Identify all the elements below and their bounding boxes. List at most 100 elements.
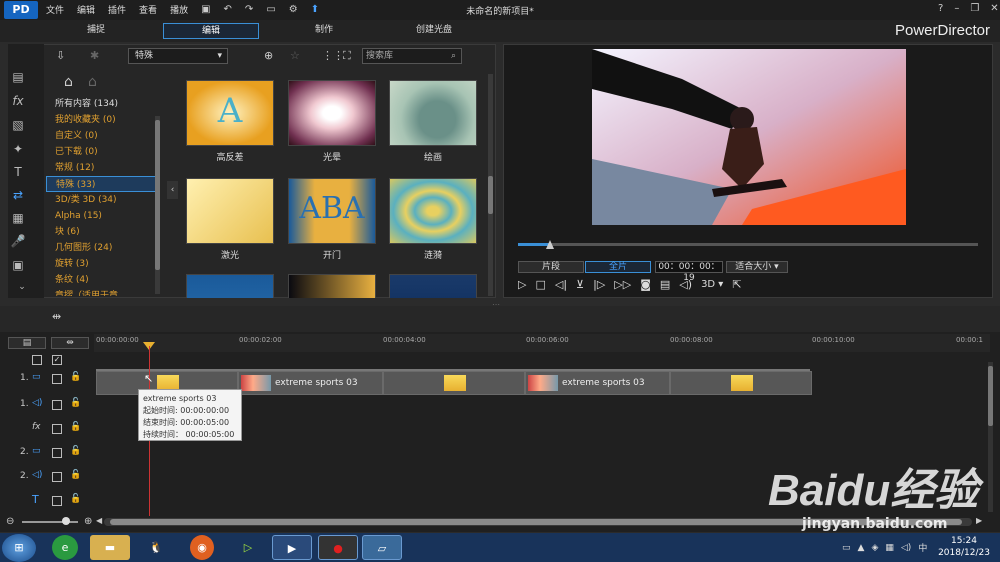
category-item-custom[interactable]: 自定义 (0) bbox=[46, 128, 156, 144]
track-enable-checkbox[interactable] bbox=[52, 496, 62, 506]
ripple-thumb[interactable] bbox=[389, 178, 477, 244]
volume-icon[interactable]: ◁) bbox=[679, 278, 692, 291]
powerdirector-taskbar-icon[interactable]: ▶ bbox=[272, 535, 312, 560]
next-frame-icon[interactable]: |▷ bbox=[593, 278, 605, 291]
settings-gear-icon[interactable]: ⚙ bbox=[289, 4, 298, 15]
taskbar-clock[interactable]: 15:24 2018/12/23 bbox=[936, 535, 992, 559]
snapshot-icon[interactable]: ◙ bbox=[640, 278, 651, 291]
screen-recorder-icon[interactable]: ● bbox=[318, 535, 358, 560]
close-icon[interactable]: ✕ bbox=[990, 3, 998, 14]
undock-preview-icon[interactable]: ⇱ bbox=[732, 278, 741, 291]
video-preview[interactable] bbox=[592, 49, 906, 225]
track-enable-checkbox[interactable] bbox=[52, 424, 62, 434]
letter-a-highcontrast-thumb[interactable]: A bbox=[186, 80, 274, 146]
menu-playback[interactable]: 播放 bbox=[170, 3, 188, 16]
aspect-ratio-icon[interactable]: ▭ bbox=[266, 4, 275, 15]
category-select[interactable]: 特殊 ▾ bbox=[128, 48, 228, 64]
menu-edit[interactable]: 编辑 bbox=[77, 3, 95, 16]
notepad-icon[interactable]: ▱ bbox=[362, 535, 402, 560]
timeline-vscroll-thumb[interactable] bbox=[988, 366, 993, 426]
thumbnail-scroll-thumb[interactable] bbox=[488, 176, 493, 214]
preview-scrub-bar[interactable] bbox=[518, 243, 978, 246]
firefox-icon[interactable]: ◉ bbox=[190, 535, 214, 560]
lock-icon[interactable]: 🔓 bbox=[70, 470, 81, 480]
save-icon[interactable]: ▣ bbox=[201, 4, 210, 15]
lock-icon[interactable]: 🔓 bbox=[70, 372, 81, 382]
tab-create-disc[interactable]: 创建光盘 bbox=[386, 23, 482, 39]
category-item-3d[interactable]: 3D/类 3D (34) bbox=[46, 192, 156, 208]
library-search-input[interactable]: 搜索库 ⌕ bbox=[362, 48, 462, 64]
voice-room-icon[interactable]: 🎤 bbox=[8, 234, 28, 252]
qq-icon[interactable]: 🐧 bbox=[136, 535, 176, 560]
previous-frame-icon[interactable]: ◁| bbox=[555, 278, 567, 291]
timecode-display[interactable]: 00：00：00：19 bbox=[655, 261, 723, 283]
input-method-icon[interactable]: 中 bbox=[918, 541, 927, 554]
category-item-block[interactable]: 块 (6) bbox=[46, 224, 156, 240]
network-icon[interactable]: ▦ bbox=[885, 543, 894, 553]
grid-view-icon[interactable]: ⋮⋮ bbox=[322, 49, 344, 62]
menu-view[interactable]: 查看 bbox=[139, 3, 157, 16]
help-icon[interactable]: ? bbox=[938, 3, 943, 14]
track-enable-checkbox[interactable] bbox=[52, 374, 62, 384]
360-browser-icon[interactable]: e bbox=[52, 535, 78, 560]
tray-arrow-icon[interactable]: ▲ bbox=[858, 543, 865, 553]
add-to-timeline-icon[interactable]: ⊕ bbox=[264, 49, 273, 62]
minimize-icon[interactable]: – bbox=[954, 3, 959, 14]
video-clip[interactable] bbox=[670, 371, 812, 395]
volume-icon[interactable]: ◁) bbox=[901, 543, 911, 553]
category-item-rotate[interactable]: 旋转 (3) bbox=[46, 256, 156, 272]
fast-forward-icon[interactable]: ▷▷ bbox=[614, 278, 631, 291]
track-enable-checkbox[interactable] bbox=[52, 472, 62, 482]
3d-mode-button[interactable]: 3D ▾ bbox=[701, 279, 723, 290]
track-enable-checkbox[interactable] bbox=[52, 448, 62, 458]
category-item-downloaded[interactable]: 已下载 (0) bbox=[46, 144, 156, 160]
security-icon[interactable]: ◈ bbox=[871, 543, 878, 553]
category-item-alpha[interactable]: Alpha (15) bbox=[46, 208, 156, 224]
fit-timeline-icon[interactable]: ⇹ bbox=[52, 310, 61, 323]
door-open-thumb[interactable]: ABA bbox=[288, 178, 376, 244]
tab-produce[interactable]: 制作 bbox=[276, 23, 372, 39]
import-icon[interactable]: ⇩ bbox=[56, 49, 65, 62]
category-item-special[interactable]: 特殊 (33) bbox=[46, 176, 156, 192]
category-item-stripe[interactable]: 条纹 (4) bbox=[46, 272, 156, 288]
category-item-all[interactable]: 所有内容 (134) bbox=[46, 96, 156, 112]
windows-start-icon[interactable]: ⊞ bbox=[2, 534, 36, 562]
particle-room-icon[interactable]: ✦ bbox=[8, 142, 28, 160]
undo-icon[interactable]: ↶ bbox=[224, 4, 232, 15]
zoom-slider-handle[interactable] bbox=[62, 517, 70, 525]
category-item-chapter[interactable]: 章摺（适用于章... bbox=[46, 288, 156, 296]
lock-icon[interactable]: 🔓 bbox=[70, 494, 81, 504]
chapter-room-icon[interactable]: ▣ bbox=[8, 258, 28, 276]
glow-thumb[interactable] bbox=[288, 80, 376, 146]
pip-room-icon[interactable]: ▧ bbox=[8, 118, 28, 136]
category-item-general[interactable]: 常规 (12) bbox=[46, 160, 156, 176]
file-explorer-icon[interactable]: ▬ bbox=[90, 535, 130, 560]
fit-all-icon[interactable]: ⇹ bbox=[51, 337, 89, 349]
add-tag-icon[interactable]: ⌂ bbox=[64, 74, 73, 90]
scroll-left-icon[interactable]: ◀ bbox=[96, 516, 102, 525]
collapse-rooms-icon[interactable]: ⌄ bbox=[12, 282, 32, 300]
subtitle-icon[interactable]: ▤ bbox=[660, 278, 670, 291]
restore-icon[interactable]: ❐ bbox=[970, 3, 979, 14]
menu-plugins[interactable]: 插件 bbox=[108, 3, 126, 16]
track-enable-checkbox[interactable] bbox=[52, 400, 62, 410]
upgrade-icon[interactable]: ⬆ bbox=[311, 4, 319, 15]
partial-thumb[interactable] bbox=[186, 274, 274, 298]
keyboard-icon[interactable]: ▭ bbox=[842, 543, 851, 553]
video-clip[interactable]: extreme sports 03 bbox=[238, 371, 383, 395]
tab-capture[interactable]: 捕捉 bbox=[48, 23, 144, 39]
resize-handle-icon[interactable]: ⋯ bbox=[492, 300, 500, 309]
zoom-out-icon[interactable]: ⊖ bbox=[6, 516, 14, 527]
tab-edit[interactable]: 编辑 bbox=[163, 23, 259, 39]
category-item-geometric[interactable]: 几何图形 (24) bbox=[46, 240, 156, 256]
lock-icon[interactable]: 🔓 bbox=[70, 422, 81, 432]
play-icon[interactable]: ▷ bbox=[518, 278, 526, 291]
split-icon[interactable]: ⊻ bbox=[576, 278, 584, 291]
subtitle-room-icon[interactable]: ▦ bbox=[8, 211, 28, 229]
media-player-icon[interactable]: ▷ bbox=[228, 535, 268, 560]
timeline-ruler[interactable]: 00:00:00:00 00:00:02:00 00:00:04:00 00:0… bbox=[94, 334, 990, 352]
video-clip[interactable]: extreme sports 03 bbox=[525, 371, 670, 395]
thumbnail-size-icon[interactable]: ⛶ bbox=[343, 49, 351, 63]
redo-icon[interactable]: ↷ bbox=[245, 4, 253, 15]
paint-thumb[interactable] bbox=[389, 80, 477, 146]
